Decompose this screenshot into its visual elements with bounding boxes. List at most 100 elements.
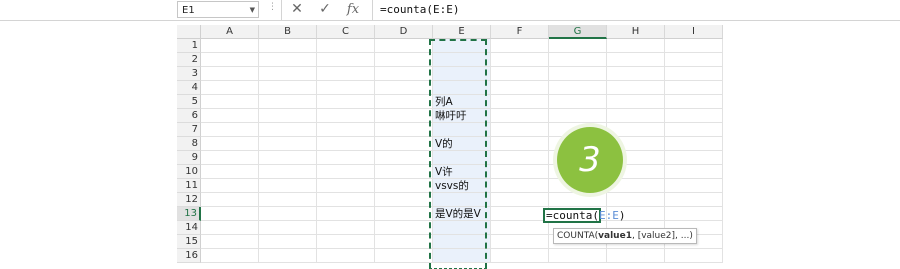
formula-input[interactable]: =counta(E:E) — [380, 2, 459, 17]
cell-c2[interactable] — [317, 53, 375, 67]
cell-c10[interactable] — [317, 165, 375, 179]
row-header-10[interactable]: 10 — [177, 165, 201, 179]
cell-g2[interactable] — [549, 53, 607, 67]
cell-i5[interactable] — [665, 95, 723, 109]
cell-i13[interactable] — [665, 207, 723, 221]
cell-b16[interactable] — [259, 249, 317, 263]
row-header-3[interactable]: 3 — [177, 67, 201, 81]
cell-h12[interactable] — [607, 193, 665, 207]
cell-a2[interactable] — [201, 53, 259, 67]
row-header-6[interactable]: 6 — [177, 109, 201, 123]
cell-i12[interactable] — [665, 193, 723, 207]
cell-c1[interactable] — [317, 39, 375, 53]
cell-h1[interactable] — [607, 39, 665, 53]
cell-d4[interactable] — [375, 81, 433, 95]
cell-b6[interactable] — [259, 109, 317, 123]
row-header-13[interactable]: 13 — [177, 207, 201, 221]
cell-d10[interactable] — [375, 165, 433, 179]
cell-d1[interactable] — [375, 39, 433, 53]
cell-i4[interactable] — [665, 81, 723, 95]
cell-a10[interactable] — [201, 165, 259, 179]
cell-h3[interactable] — [607, 67, 665, 81]
cell-b7[interactable] — [259, 123, 317, 137]
cell-f8[interactable] — [491, 137, 549, 151]
column-header-g[interactable]: G — [549, 25, 607, 39]
column-header-e[interactable]: E — [433, 25, 491, 39]
cell-d7[interactable] — [375, 123, 433, 137]
cell-f16[interactable] — [491, 249, 549, 263]
row-header-14[interactable]: 14 — [177, 221, 201, 235]
cell-d6[interactable] — [375, 109, 433, 123]
row-header-16[interactable]: 16 — [177, 249, 201, 263]
cell-e1[interactable] — [433, 39, 491, 53]
cell-a11[interactable] — [201, 179, 259, 193]
cell-d5[interactable] — [375, 95, 433, 109]
cell-i2[interactable] — [665, 53, 723, 67]
cell-f4[interactable] — [491, 81, 549, 95]
cell-b9[interactable] — [259, 151, 317, 165]
cell-c8[interactable] — [317, 137, 375, 151]
cell-e3[interactable] — [433, 67, 491, 81]
cell-b12[interactable] — [259, 193, 317, 207]
cell-f5[interactable] — [491, 95, 549, 109]
cell-f7[interactable] — [491, 123, 549, 137]
row-header-15[interactable]: 15 — [177, 235, 201, 249]
cell-e15[interactable] — [433, 235, 491, 249]
cell-f11[interactable] — [491, 179, 549, 193]
cell-a1[interactable] — [201, 39, 259, 53]
cell-i1[interactable] — [665, 39, 723, 53]
cell-c11[interactable] — [317, 179, 375, 193]
cell-c9[interactable] — [317, 151, 375, 165]
cell-b5[interactable] — [259, 95, 317, 109]
cell-a3[interactable] — [201, 67, 259, 81]
cell-h11[interactable] — [607, 179, 665, 193]
row-header-9[interactable]: 9 — [177, 151, 201, 165]
cell-c12[interactable] — [317, 193, 375, 207]
cell-d9[interactable] — [375, 151, 433, 165]
cell-i9[interactable] — [665, 151, 723, 165]
cell-e14[interactable] — [433, 221, 491, 235]
close-icon[interactable]: ✕ — [286, 0, 308, 19]
row-header-12[interactable]: 12 — [177, 193, 201, 207]
cell-i10[interactable] — [665, 165, 723, 179]
select-all-corner[interactable] — [177, 25, 201, 39]
column-header-f[interactable]: F — [491, 25, 549, 39]
cell-h6[interactable] — [607, 109, 665, 123]
cell-a13[interactable] — [201, 207, 259, 221]
cell-h7[interactable] — [607, 123, 665, 137]
cell-b14[interactable] — [259, 221, 317, 235]
cell-a14[interactable] — [201, 221, 259, 235]
cell-e9[interactable] — [433, 151, 491, 165]
cell-a8[interactable] — [201, 137, 259, 151]
cell-f6[interactable] — [491, 109, 549, 123]
cell-c16[interactable] — [317, 249, 375, 263]
row-header-11[interactable]: 11 — [177, 179, 201, 193]
cell-b11[interactable] — [259, 179, 317, 193]
column-header-a[interactable]: A — [201, 25, 259, 39]
cell-c5[interactable] — [317, 95, 375, 109]
row-header-2[interactable]: 2 — [177, 53, 201, 67]
column-header-b[interactable]: B — [259, 25, 317, 39]
cell-f15[interactable] — [491, 235, 549, 249]
cell-g3[interactable] — [549, 67, 607, 81]
cell-a16[interactable] — [201, 249, 259, 263]
cell-d13[interactable] — [375, 207, 433, 221]
cell-e4[interactable] — [433, 81, 491, 95]
cell-c3[interactable] — [317, 67, 375, 81]
cell-d2[interactable] — [375, 53, 433, 67]
cell-b3[interactable] — [259, 67, 317, 81]
check-icon[interactable]: ✓ — [314, 0, 336, 19]
cell-b2[interactable] — [259, 53, 317, 67]
cell-i6[interactable] — [665, 109, 723, 123]
cell-h16[interactable] — [607, 249, 665, 263]
cell-i16[interactable] — [665, 249, 723, 263]
row-header-4[interactable]: 4 — [177, 81, 201, 95]
cell-b8[interactable] — [259, 137, 317, 151]
cell-i3[interactable] — [665, 67, 723, 81]
cell-a15[interactable] — [201, 235, 259, 249]
cell-edit-formula[interactable]: =counta(E:E) — [546, 209, 625, 223]
cell-f10[interactable] — [491, 165, 549, 179]
column-header-d[interactable]: D — [375, 25, 433, 39]
tooltip-arg1[interactable]: value1 — [598, 231, 632, 241]
cell-i8[interactable] — [665, 137, 723, 151]
